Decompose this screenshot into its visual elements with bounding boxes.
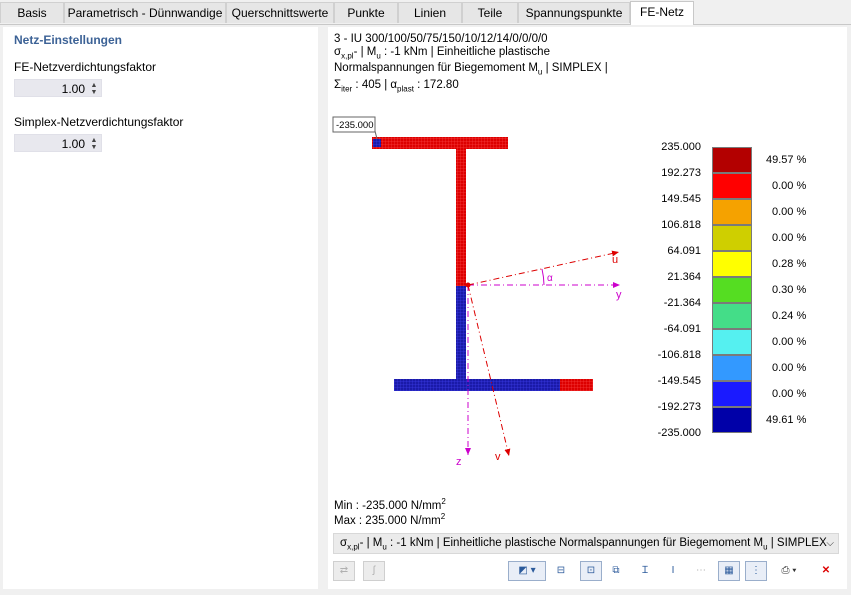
centroid-icon[interactable]: Ɪ: [634, 561, 656, 581]
value-tag-text: -235.000: [336, 120, 374, 131]
y-axis-label: y: [616, 289, 622, 301]
cross-section-view[interactable]: u y z v α -235.000: [328, 27, 847, 527]
numbers-icon[interactable]: ⋯: [690, 561, 712, 581]
legend-swatch: [712, 329, 752, 355]
legend-percent: 49.57 %: [766, 154, 807, 166]
centroid-icon: [465, 282, 471, 288]
legend-value: -21.364: [663, 297, 701, 309]
chevron-down-icon[interactable]: ⌵: [826, 534, 834, 553]
max-value: Max : 235.000 N/mm2: [334, 512, 446, 527]
legend-percent: 0.00 %: [772, 232, 807, 244]
legend-percent: 0.00 %: [772, 180, 807, 192]
tab-bar: Basis Parametrisch - Dünnwandige Quersch…: [0, 0, 851, 25]
web-tension-zone: [456, 149, 466, 286]
legend-value: -192.273: [657, 401, 701, 413]
legend-value: -64.091: [663, 323, 701, 335]
legend-percent: 0.00 %: [772, 388, 807, 400]
legend-percent: 0.00 %: [772, 206, 807, 218]
legend-value: 64.091: [667, 245, 701, 257]
tab-fe-netz[interactable]: FE-Netz: [630, 1, 694, 25]
result-type-select[interactable]: σx,pl- | Mu : -1 kNm | Einheitliche plas…: [333, 533, 839, 554]
legend-value: -149.545: [657, 375, 701, 387]
simplex-factor-stepper[interactable]: 1.00 ▲ ▼: [14, 134, 102, 152]
legend-swatch: [712, 407, 752, 433]
stepper-up-icon[interactable]: ▲: [90, 82, 98, 89]
tab-querschnittswerte[interactable]: Querschnittswerte: [226, 2, 334, 23]
tab-linien[interactable]: Linien: [398, 2, 462, 23]
reset-view-icon[interactable]: ✕: [815, 561, 837, 581]
tab-teile[interactable]: Teile: [462, 2, 518, 23]
legend-swatch: [712, 199, 752, 225]
alpha-arc: [541, 268, 545, 286]
legend-value: -106.818: [657, 349, 701, 361]
numbering-icon[interactable]: ⧉: [605, 561, 627, 581]
section-title: Netz-Einstellungen: [14, 33, 123, 47]
fe-factor-stepper[interactable]: 1.00 ▲ ▼: [14, 79, 102, 97]
top-flange-corner: [373, 139, 381, 147]
result-view-panel: 3 - IU 300/100/50/75/150/10/12/14/0/0/0/…: [328, 27, 847, 589]
tab-punkte[interactable]: Punkte: [334, 2, 398, 23]
web-compression-zone: [456, 286, 466, 381]
legend-value: 235.000: [661, 141, 701, 153]
tab-spannungspunkte[interactable]: Spannungspunkte: [518, 2, 630, 23]
legend-percent: 0.28 %: [772, 258, 807, 270]
print-icon[interactable]: ⎙ ▾: [771, 561, 807, 581]
legend-value: 192.273: [661, 167, 701, 179]
legend-swatch: [712, 173, 752, 199]
stepper-down-icon[interactable]: ▼: [90, 144, 98, 151]
u-axis-label: u: [612, 254, 618, 266]
legend-value: -235.000: [657, 427, 701, 439]
legend-percent: 49.61 %: [766, 414, 807, 426]
tab-basis[interactable]: Basis: [0, 2, 64, 23]
legend-value: 149.545: [661, 193, 701, 205]
section-icon[interactable]: ʃ: [363, 561, 385, 581]
top-flange: [372, 137, 508, 149]
bottom-flange-tension: [560, 379, 593, 391]
legend-swatch: [712, 277, 752, 303]
simplex-factor-label: Simplex-Netzverdichtungsfaktor: [14, 115, 184, 129]
legend-swatch: [712, 251, 752, 277]
legend-swatch: [712, 303, 752, 329]
legend-percent: 0.24 %: [772, 310, 807, 322]
tab-parametrisch[interactable]: Parametrisch - Dünnwandige: [64, 2, 226, 23]
stress-point-icon[interactable]: ⊡: [580, 561, 602, 581]
alpha-label: α: [547, 273, 553, 284]
legend-value: 106.818: [661, 219, 701, 231]
graph-icon[interactable]: ◩ ▾: [508, 561, 546, 581]
fe-factor-value: 1.00: [61, 82, 85, 96]
fe-factor-label: FE-Netzverdichtungsfaktor: [14, 60, 157, 74]
v-axis: [467, 284, 511, 457]
legend-swatch: [712, 225, 752, 251]
legend-percent: 0.30 %: [772, 284, 807, 296]
legend-swatch: [712, 381, 752, 407]
legend-swatch: [712, 355, 752, 381]
mesh-settings-panel: Netz-Einstellungen FE-Netzverdichtungsfa…: [3, 27, 318, 589]
dimension-icon[interactable]: ⊟: [550, 561, 572, 581]
result-table-icon[interactable]: ⇄: [333, 561, 355, 581]
z-axis-label: z: [456, 456, 462, 468]
legend-swatch: [712, 147, 752, 173]
stepper-down-icon[interactable]: ▼: [90, 89, 98, 96]
legend-percent: 0.00 %: [772, 362, 807, 374]
grid-icon[interactable]: ▦: [718, 561, 740, 581]
legend-percent: 0.00 %: [772, 336, 807, 348]
stepper-up-icon[interactable]: ▲: [90, 137, 98, 144]
min-value: Min : -235.000 N/mm2: [334, 497, 446, 512]
v-axis-label: v: [495, 451, 501, 463]
bottom-flange-compression: [394, 379, 560, 391]
simplex-factor-value: 1.00: [61, 137, 85, 151]
axis-icon[interactable]: Ι: [662, 561, 684, 581]
legend-icon[interactable]: ⋮: [745, 561, 767, 581]
legend-value: 21.364: [667, 271, 701, 283]
